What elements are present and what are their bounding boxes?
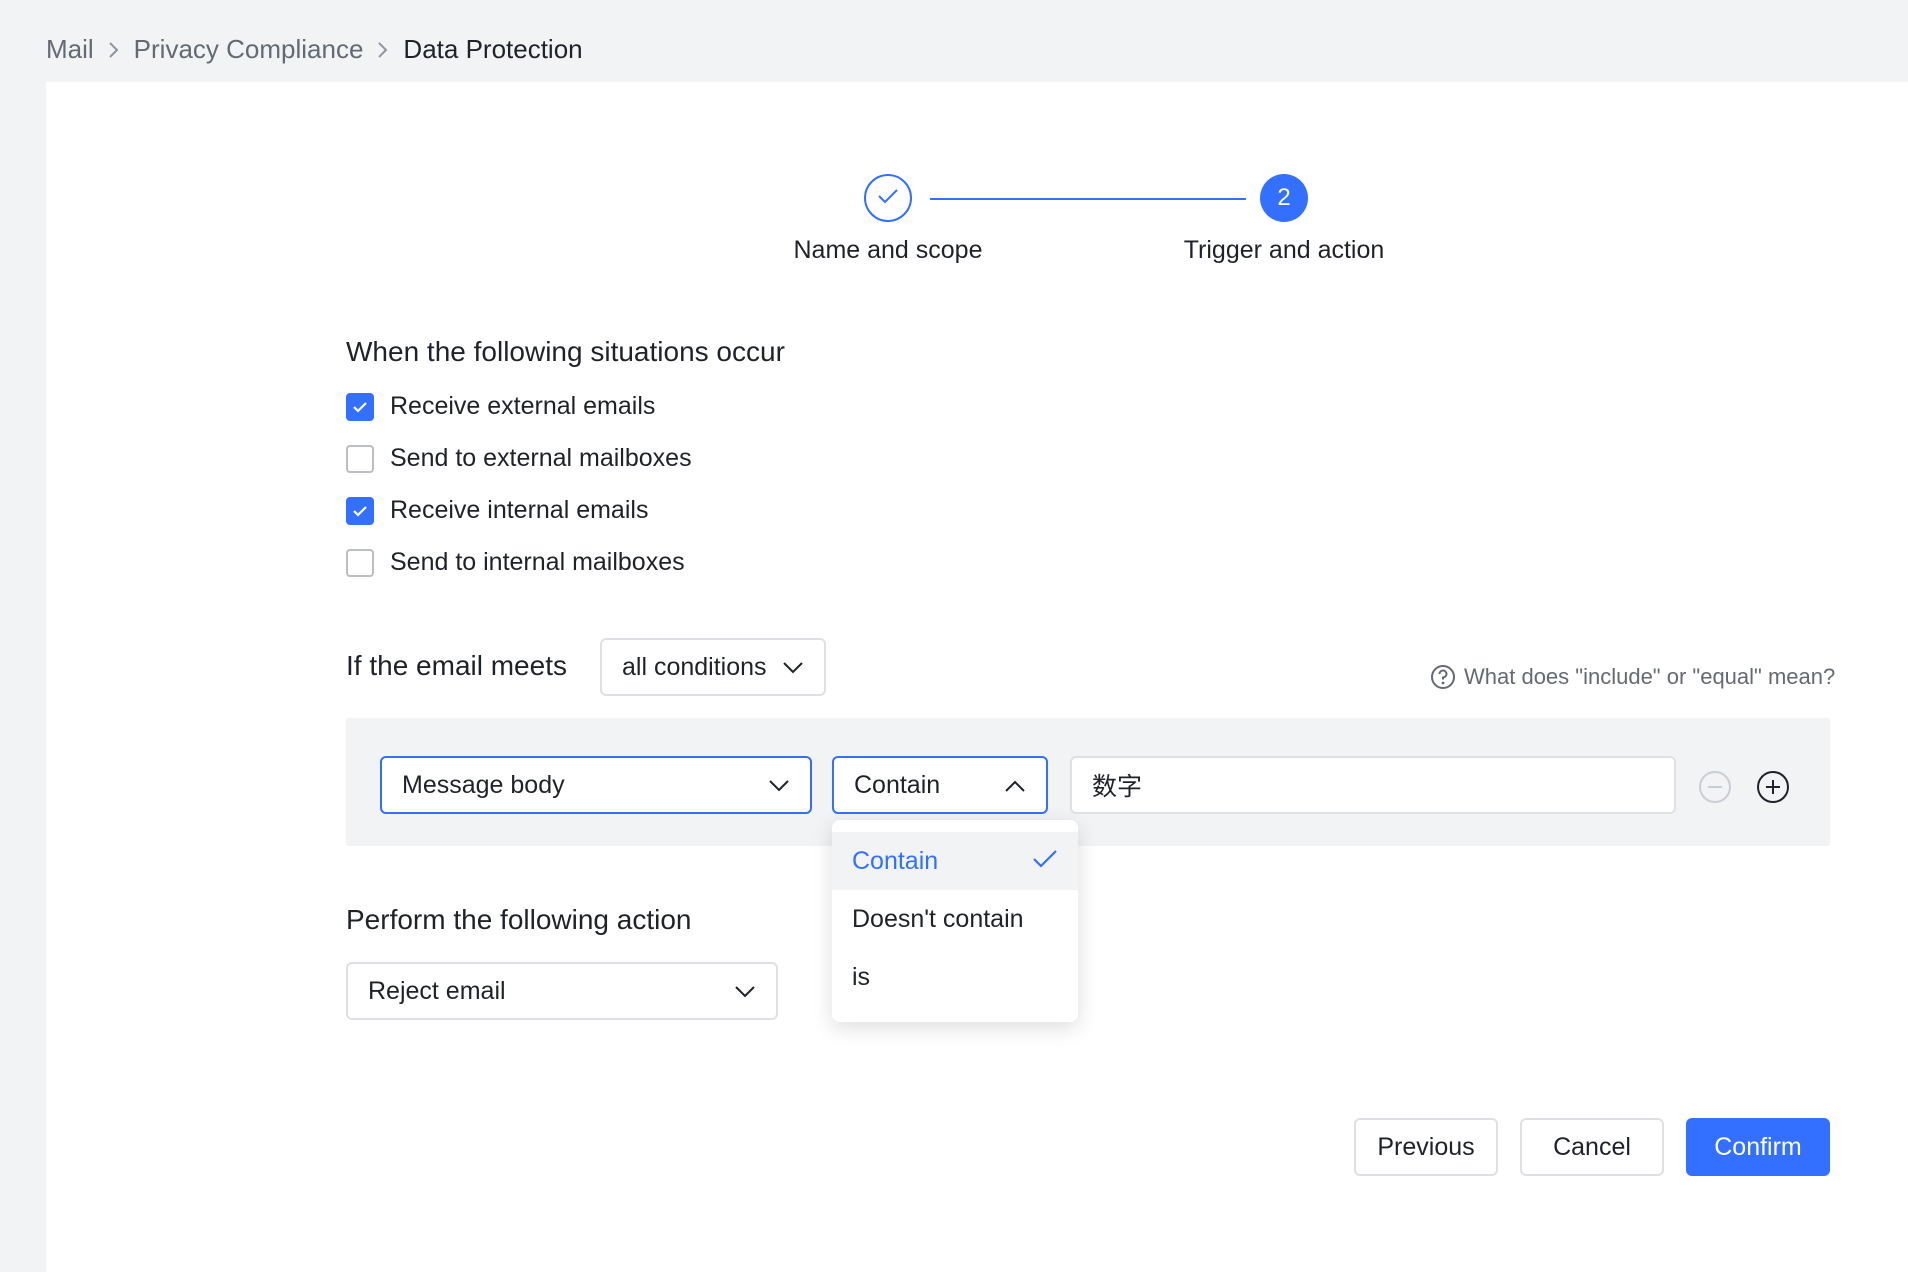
dropdown-option-contain[interactable]: Contain [832,832,1078,890]
chevron-down-icon [734,977,756,1006]
cancel-button[interactable]: Cancel [1520,1118,1664,1176]
question-circle-icon [1430,664,1456,690]
breadcrumb-privacy-compliance[interactable]: Privacy Compliance [134,34,364,65]
condition-operator-select[interactable]: Contain [832,756,1048,814]
checkbox-unchecked[interactable] [346,548,374,577]
action-value: Reject email [368,976,506,1005]
option-label: is [852,962,871,991]
option-receive-internal[interactable]: Receive internal emails [346,496,648,525]
help-text: What does "include" or "equal" mean? [1464,664,1836,689]
checkbox-checked[interactable] [346,496,374,525]
option-label: Send to external mailboxes [390,444,692,472]
option-label: Doesn't contain [852,904,1024,933]
checkbox-unchecked[interactable] [346,444,374,473]
option-label: Receive internal emails [390,496,649,524]
operator-dropdown-menu: Contain Doesn't contain is [832,820,1078,1022]
situations-title: When the following situations occur [346,336,785,367]
dropdown-option-doesnt-contain[interactable]: Doesn't contain [832,890,1078,948]
option-send-internal[interactable]: Send to internal mailboxes [346,548,685,577]
option-send-external[interactable]: Send to external mailboxes [346,444,692,473]
option-receive-external[interactable]: Receive external emails [346,392,655,421]
condition-field-select[interactable]: Message body [380,756,812,814]
breadcrumb: Mail Privacy Compliance Data Protection [46,34,583,65]
check-icon [1032,847,1058,876]
option-label: Send to internal mailboxes [390,548,685,576]
chevron-down-icon [768,771,790,800]
condition-field-value: Message body [402,770,565,799]
breadcrumb-current: Data Protection [403,34,583,64]
dropdown-option-is[interactable]: is [832,948,1078,1006]
checkbox-checked[interactable] [346,392,374,421]
chevron-up-icon [1004,771,1026,800]
action-title: Perform the following action [346,904,692,935]
chevron-right-icon [377,40,389,60]
chevron-right-icon [108,40,120,60]
step-1-indicator [864,174,912,222]
option-label: Contain [852,846,939,875]
step-2-indicator: 2 [1260,174,1308,222]
main-panel: 2 Name and scope Trigger and action When… [46,82,1908,1272]
match-mode-value: all conditions [622,652,767,681]
match-mode-select[interactable]: all conditions [600,638,826,696]
action-select[interactable]: Reject email [346,962,778,1020]
add-condition-icon[interactable] [1756,770,1790,804]
conditions-prefix: If the email meets [346,650,567,681]
chevron-down-icon [782,653,804,682]
confirm-button[interactable]: Confirm [1686,1118,1830,1176]
remove-condition-icon[interactable] [1698,770,1732,804]
condition-operator-value: Contain [854,770,941,799]
step-1-label: Name and scope [793,236,983,264]
check-icon [876,187,900,210]
condition-value-input[interactable]: 数字 [1070,756,1676,814]
step-2-label: Trigger and action [1183,236,1385,264]
help-link[interactable]: What does "include" or "equal" mean? [1430,664,1908,690]
option-label: Receive external emails [390,392,656,420]
breadcrumb-mail[interactable]: Mail [46,34,94,65]
previous-button[interactable]: Previous [1354,1118,1498,1176]
stepper-connector [930,198,1246,200]
